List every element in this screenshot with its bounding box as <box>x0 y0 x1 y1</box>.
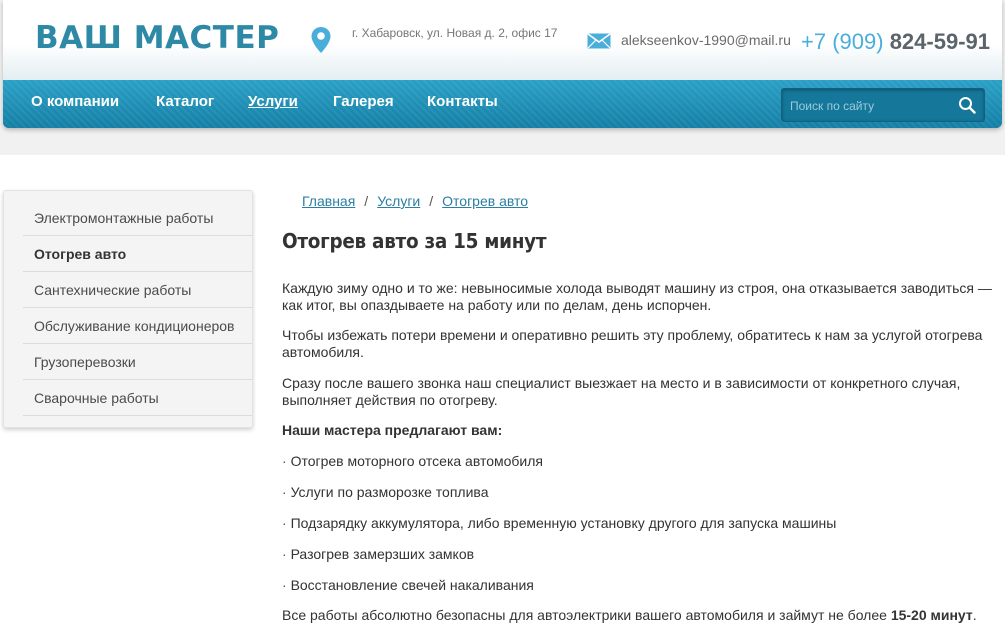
breadcrumb-services[interactable]: Услуги <box>377 193 420 209</box>
breadcrumb: Главная / Услуги / Отогрев авто <box>302 193 528 209</box>
article-paragraph: Чтобы избежать потери времени и оператив… <box>282 327 983 360</box>
breadcrumb-separator: / <box>429 193 434 209</box>
phone-code: +7 (909) <box>801 29 884 54</box>
sidebar-menu: Электромонтажные работы Отогрев авто Сан… <box>3 190 253 428</box>
phone-number[interactable]: +7 (909) 824-59-91 <box>801 29 990 55</box>
offer-item: Отогрев моторного отсека автомобиля <box>282 453 1004 470</box>
site-logo[interactable]: ВАШ МАСТЕР <box>35 20 279 56</box>
email-link[interactable]: alekseenkov-1990@mail.ru <box>621 32 791 48</box>
search-box <box>781 88 985 122</box>
breadcrumb-home[interactable]: Главная <box>302 193 355 209</box>
offers-heading: Наши мастера предлагают вам: <box>282 422 503 438</box>
sidebar-item-car-warming[interactable]: Отогрев авто <box>23 236 252 272</box>
offer-item: Восстановление свечей накаливания <box>282 577 1004 594</box>
nav-item-contacts[interactable]: Контакты <box>427 93 498 110</box>
sidebar-item-electrical[interactable]: Электромонтажные работы <box>23 200 252 236</box>
closing-text: Все работы абсолютно безопасны для автоэ… <box>282 607 891 623</box>
header-top-bar: ВАШ МАСТЕР г. Хабаровск, ул. Новая д. 2,… <box>3 0 1002 81</box>
sidebar-item-freight[interactable]: Грузоперевозки <box>23 344 252 380</box>
nav-item-catalog[interactable]: Каталог <box>156 93 214 110</box>
offer-item: Услуги по разморозке топлива <box>282 484 1004 501</box>
closing-paragraph: Все работы абсолютно безопасны для автоэ… <box>282 607 1004 624</box>
closing-time: 15-20 минут <box>890 607 973 623</box>
search-input[interactable] <box>788 96 952 116</box>
article-paragraph: Каждую зиму одно и то же: невыносимые хо… <box>282 280 992 313</box>
sidebar-item-air-conditioning[interactable]: Обслуживание кондиционеров <box>23 308 252 344</box>
breadcrumb-current[interactable]: Отогрев авто <box>442 193 528 209</box>
phone-digits: 824-59-91 <box>889 29 990 54</box>
breadcrumb-separator: / <box>364 193 369 209</box>
mail-icon <box>587 33 611 49</box>
offer-item: Подзарядку аккумулятора, либо временную … <box>282 515 1004 532</box>
sidebar-item-plumbing[interactable]: Сантехнические работы <box>23 272 252 308</box>
address-text: г. Хабаровск, ул. Новая д. 2, офис 17 <box>352 26 558 40</box>
article-paragraph: Сразу после вашего звонка наш специалист… <box>282 375 961 408</box>
sidebar-item-welding[interactable]: Сварочные работы <box>23 380 252 416</box>
page-title: Отогрев авто за 15 минут <box>282 229 547 253</box>
nav-item-gallery[interactable]: Галерея <box>333 93 394 110</box>
nav-item-about[interactable]: О компании <box>31 93 119 110</box>
closing-end: . <box>972 607 977 623</box>
offer-item: Разогрев замерзших замков <box>282 546 1004 563</box>
search-icon[interactable] <box>958 96 976 114</box>
nav-item-services[interactable]: Услуги <box>248 93 298 110</box>
map-pin-icon <box>311 27 331 53</box>
